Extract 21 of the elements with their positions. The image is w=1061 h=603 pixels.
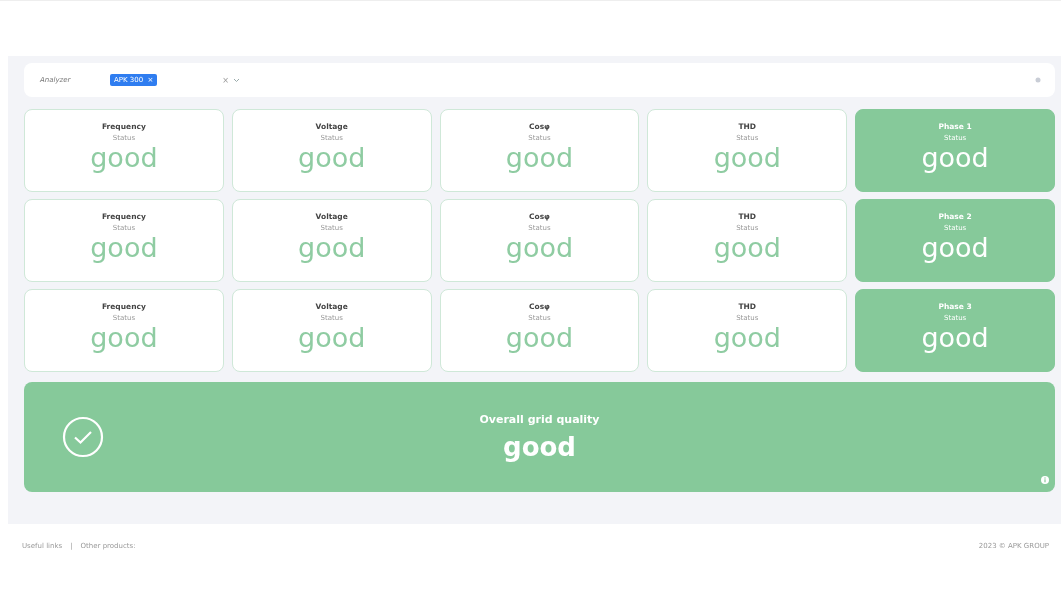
status-value: good bbox=[921, 234, 989, 261]
chevron-down-icon[interactable] bbox=[233, 77, 240, 83]
status-value: good bbox=[713, 234, 781, 261]
status-value: good bbox=[921, 144, 989, 171]
status-value: good bbox=[298, 234, 366, 261]
status-value: good bbox=[298, 324, 366, 351]
overall-value: good bbox=[503, 431, 576, 462]
status-value: good bbox=[90, 144, 158, 171]
overall-title: Overall grid quality bbox=[479, 412, 600, 426]
status-value: good bbox=[713, 144, 781, 171]
status-value: good bbox=[505, 144, 574, 171]
status-value: good bbox=[505, 234, 574, 261]
clear-button[interactable]: × bbox=[222, 75, 229, 85]
status-value: good bbox=[90, 234, 158, 261]
status-value: good bbox=[921, 324, 989, 351]
status-value: good bbox=[298, 144, 366, 171]
status-value: good bbox=[90, 324, 158, 351]
status-value: good bbox=[713, 324, 781, 351]
info-icon[interactable] bbox=[1041, 476, 1049, 484]
check-circle-icon bbox=[62, 416, 104, 458]
status-value: good bbox=[505, 324, 574, 351]
